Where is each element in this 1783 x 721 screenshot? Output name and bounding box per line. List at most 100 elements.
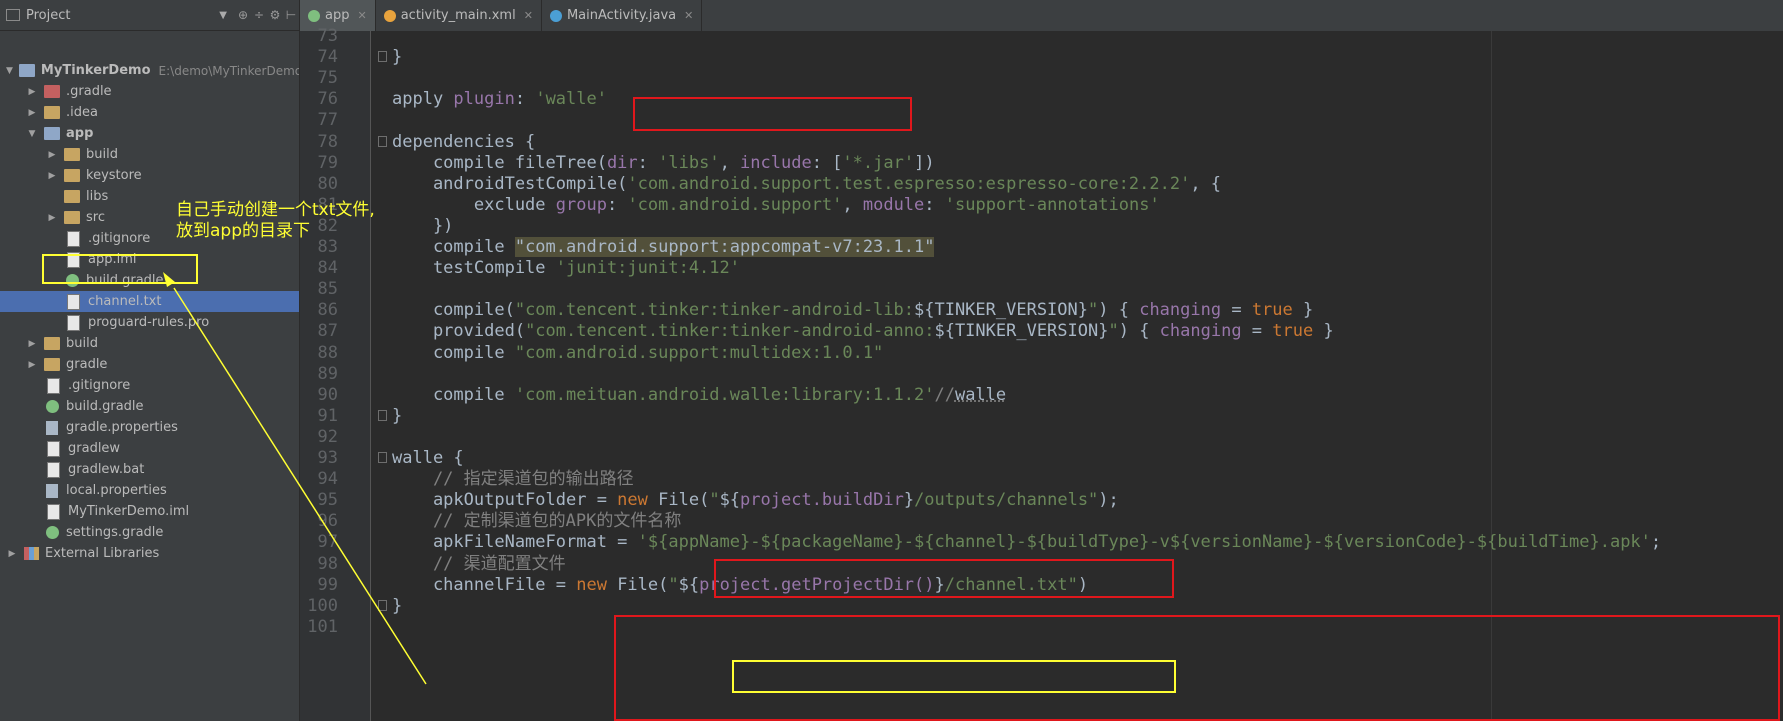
file-type-icon <box>308 9 320 22</box>
code-line[interactable]: provided("com.tencent.tinker:tinker-andr… <box>392 319 1334 343</box>
code-line[interactable]: compile "com.android.support:multidex:1.… <box>392 341 883 365</box>
tree-item[interactable]: ▶ External Libraries <box>0 543 299 564</box>
tree-item-label: gradlew <box>68 441 121 456</box>
tree-item[interactable]: gradlew.bat <box>0 459 299 480</box>
libraries-icon <box>24 547 39 560</box>
fold-marker-icon[interactable] <box>378 410 387 421</box>
editor-tab[interactable]: MainActivity.java ✕ <box>542 0 703 31</box>
code-editor[interactable]: 73 74 75 76 77 78 79 80 81 82 83 84 85 86 87 88 89 90 91 92… <box>300 26 1783 721</box>
target-icon[interactable]: ⊕ <box>235 8 251 22</box>
code-line[interactable]: channelFile = new File("${project.getPro… <box>392 573 1088 597</box>
project-view-selector[interactable]: Project <box>26 8 70 23</box>
fold-marker-icon[interactable] <box>378 452 387 463</box>
collapsed-arrow-icon[interactable]: ▶ <box>26 360 38 370</box>
excluded-folder-icon <box>44 85 60 98</box>
expanded-arrow-icon[interactable]: ▼ <box>6 66 13 76</box>
line-number: 87 <box>317 321 338 341</box>
close-tab-icon[interactable]: ✕ <box>684 9 693 22</box>
tree-item[interactable]: proguard-rules.pro <box>0 312 299 333</box>
hide-pane-icon[interactable]: ⊢ <box>283 8 299 22</box>
tree-item[interactable]: app.iml <box>0 249 299 270</box>
fold-marker-icon[interactable] <box>378 600 387 611</box>
file-icon <box>47 440 60 457</box>
tree-item[interactable]: ▶ build <box>0 144 299 165</box>
collapsed-arrow-icon[interactable]: ▶ <box>46 213 58 223</box>
tree-item-label: src <box>86 210 105 225</box>
tree-item-label: build.gradle <box>86 273 164 288</box>
tree-item-label: build.gradle <box>66 399 144 414</box>
code-line[interactable]: } <box>392 594 402 618</box>
tree-item[interactable]: build.gradle <box>0 270 299 291</box>
tree-item[interactable]: gradle.properties <box>0 417 299 438</box>
collapsed-arrow-icon[interactable]: ▶ <box>6 549 18 559</box>
settings-icon[interactable]: ⚙ <box>267 8 283 22</box>
properties-icon <box>46 483 58 498</box>
file-icon <box>47 461 60 478</box>
code-line[interactable]: } <box>392 45 402 69</box>
close-tab-icon[interactable]: ✕ <box>357 9 366 22</box>
editor-tabs: app ✕ activity_main.xml ✕ MainActivity.java ✕ <box>300 0 1783 32</box>
file-icon <box>47 503 60 520</box>
code-line[interactable]: compile 'com.meituan.android.walle:libra… <box>392 383 1006 407</box>
tree-item[interactable]: MyTinkerDemo.iml <box>0 501 299 522</box>
fold-marker-icon[interactable] <box>378 51 387 62</box>
file-icon <box>67 230 80 247</box>
file-icon <box>47 377 60 394</box>
tree-item-label: gradle <box>66 357 108 372</box>
tree-item[interactable]: local.properties <box>0 480 299 501</box>
collapsed-arrow-icon[interactable]: ▶ <box>26 87 38 97</box>
tree-item-label: gradle.properties <box>66 420 178 435</box>
fold-marker-icon[interactable] <box>378 136 387 147</box>
tree-item-label: build <box>86 147 118 162</box>
file-type-icon <box>383 9 396 22</box>
tree-item-path: E:\demo\MyTinkerDemo <box>158 63 300 78</box>
project-pane: Project ▼ ⊕ ÷ ⚙ ⊢ ▼ MyTinkerDemo E:\demo\M… <box>0 0 300 721</box>
tree-item[interactable]: ▶ keystore <box>0 165 299 186</box>
folder-icon <box>44 358 60 371</box>
line-number-gutter: 73 74 75 76 77 78 79 80 81 82 83 84 85 86 87 88 89 90 91 92… <box>300 26 370 721</box>
tree-item[interactable]: build.gradle <box>0 396 299 417</box>
tree-item-label: settings.gradle <box>66 525 164 540</box>
line-number: 101 <box>307 617 338 637</box>
tree-item-label: channel.txt <box>88 294 162 309</box>
folder-icon <box>64 190 80 203</box>
code-line[interactable]: apkFileNameFormat = '${appName}-${packag… <box>392 530 1661 554</box>
expanded-arrow-icon[interactable]: ▼ <box>26 129 38 139</box>
tree-item-label: .idea <box>66 105 98 120</box>
code-line[interactable]: } <box>392 404 402 428</box>
tree-item-label: External Libraries <box>45 546 160 561</box>
line-number: 97 <box>317 532 338 552</box>
tree-item-label: .gradle <box>66 84 112 99</box>
tree-item[interactable]: channel.txt <box>0 291 299 312</box>
collapsed-arrow-icon[interactable]: ▶ <box>26 339 38 349</box>
tree-item-label: keystore <box>86 168 142 183</box>
tree-item[interactable]: ▶ build <box>0 333 299 354</box>
properties-icon <box>46 420 58 435</box>
code-line[interactable]: exclude group: 'com.android.support', mo… <box>392 193 1160 217</box>
chevron-down-icon[interactable]: ▼ <box>219 10 227 21</box>
editor-tab[interactable]: activity_main.xml ✕ <box>376 0 542 31</box>
gutter-divider <box>370 31 371 721</box>
code-line[interactable]: testCompile 'junit:junit:4.12' <box>392 256 740 280</box>
collapsed-arrow-icon[interactable]: ▶ <box>46 150 58 160</box>
collapsed-arrow-icon[interactable]: ▶ <box>26 108 38 118</box>
tree-item[interactable]: ▼ MyTinkerDemo E:\demo\MyTinkerDemo <box>0 60 299 81</box>
gradle-icon <box>46 400 59 413</box>
close-tab-icon[interactable]: ✕ <box>524 9 533 22</box>
collapse-all-icon[interactable]: ÷ <box>251 8 267 22</box>
tree-item[interactable]: ▶ gradle <box>0 354 299 375</box>
project-pane-header: Project ▼ ⊕ ÷ ⚙ ⊢ <box>0 0 299 31</box>
collapsed-arrow-icon[interactable]: ▶ <box>46 171 58 181</box>
folder-icon <box>64 148 80 161</box>
tree-item[interactable]: .gitignore <box>0 375 299 396</box>
tree-item[interactable]: settings.gradle <box>0 522 299 543</box>
folder-icon <box>64 169 80 182</box>
tree-item[interactable]: ▼ app <box>0 123 299 144</box>
editor-tab-label: activity_main.xml <box>400 8 516 23</box>
folder-icon <box>44 337 60 350</box>
code-line[interactable]: apply plugin: 'walle' <box>392 87 607 111</box>
tree-item[interactable]: ▶ .idea <box>0 102 299 123</box>
tree-item-label: .gitignore <box>68 378 131 393</box>
tree-item[interactable]: gradlew <box>0 438 299 459</box>
tree-item[interactable]: ▶ .gradle <box>0 81 299 102</box>
